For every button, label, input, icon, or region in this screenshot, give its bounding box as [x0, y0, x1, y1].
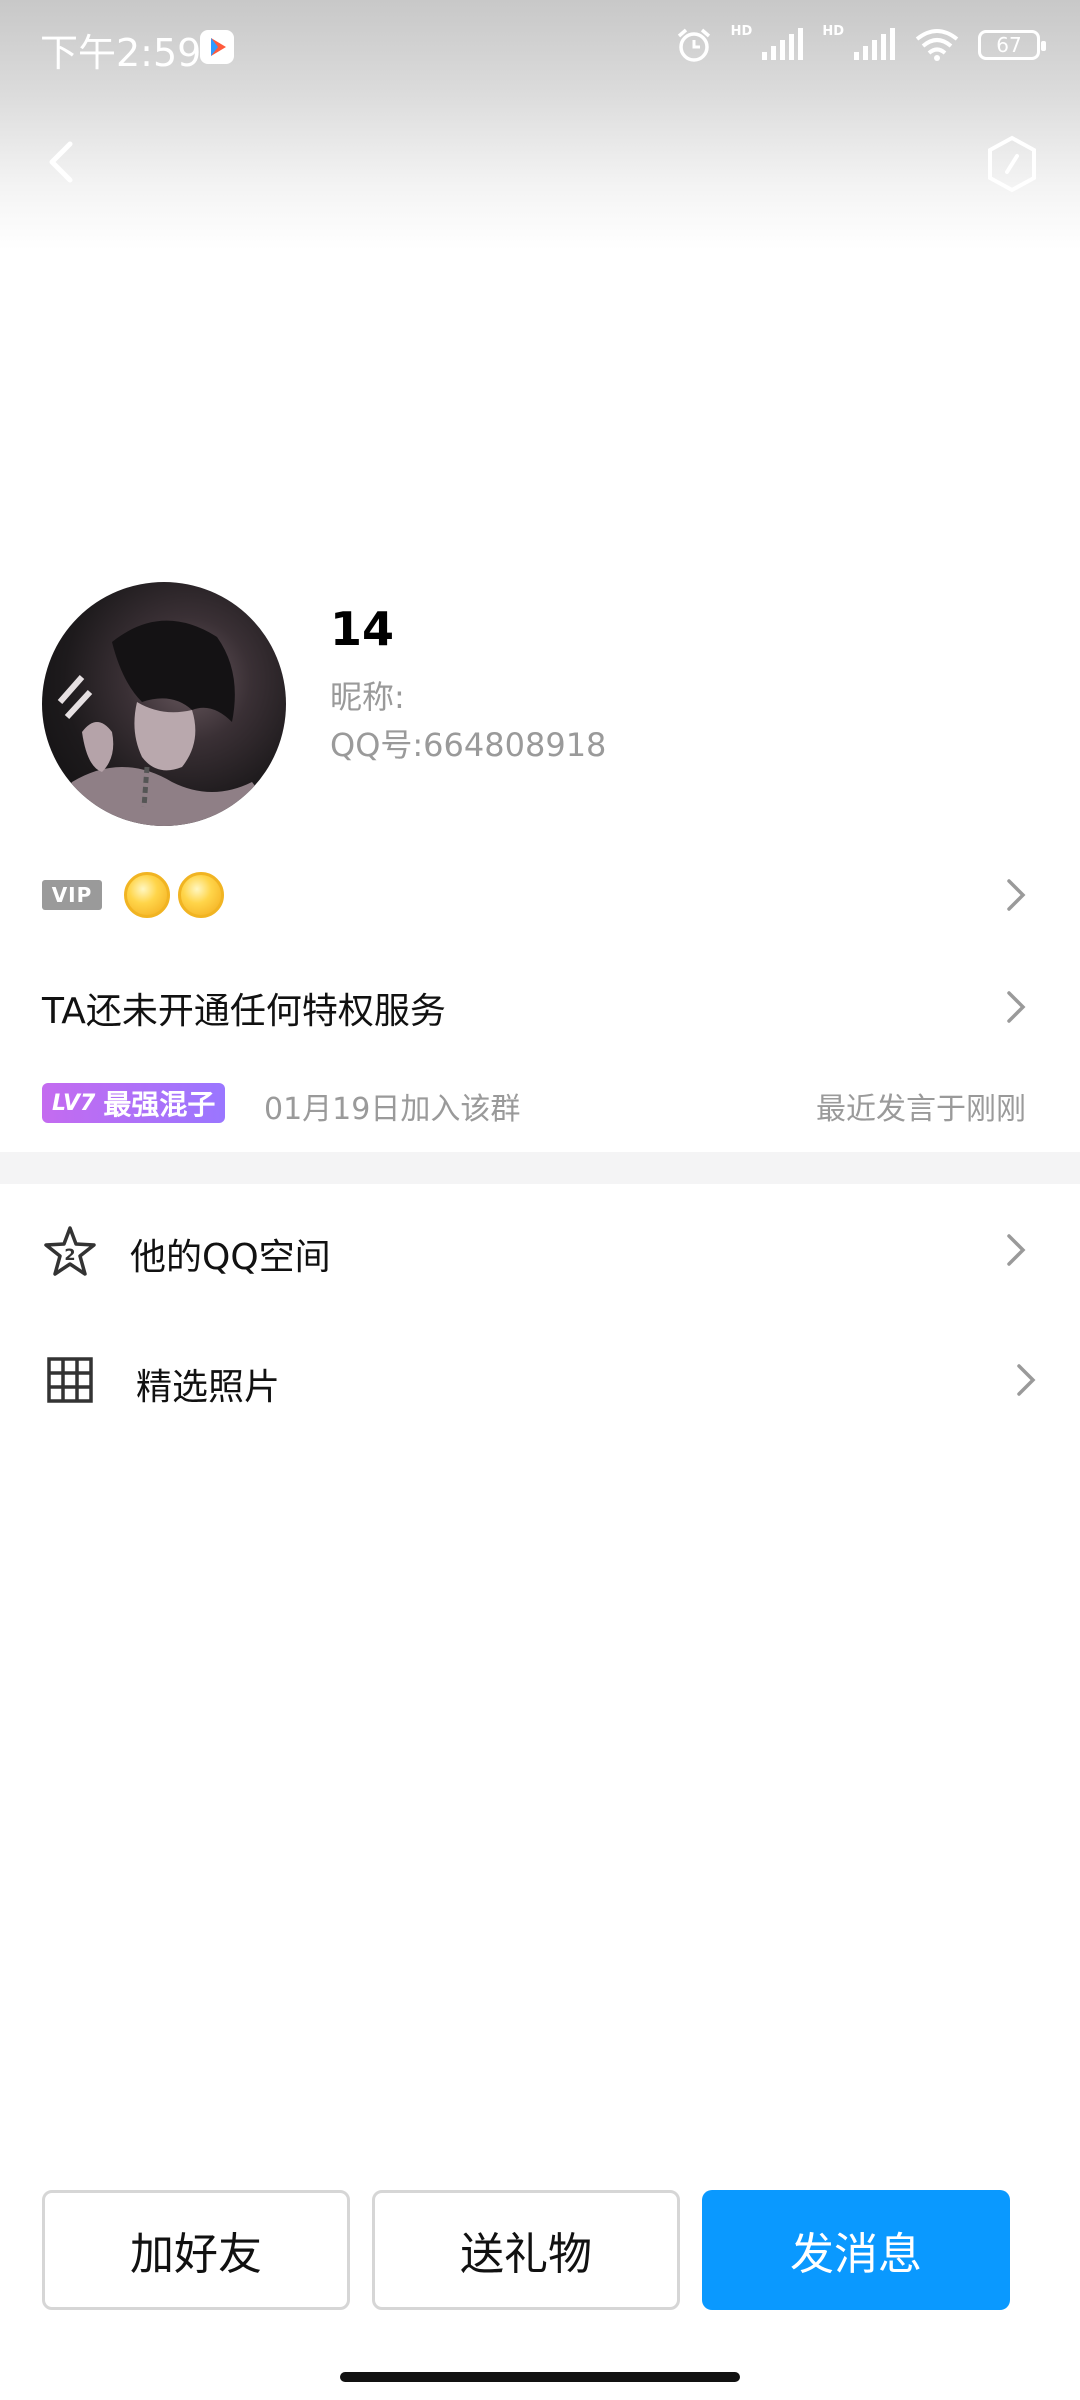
grid-icon — [47, 1357, 93, 1403]
signal-icon — [854, 28, 895, 60]
chevron-right-icon — [1007, 1234, 1026, 1266]
chevron-right-icon — [1007, 879, 1026, 911]
add-friend-button[interactable]: 加好友 — [42, 2190, 350, 2310]
home-indicator[interactable] — [340, 2372, 740, 2382]
signal-icon — [762, 28, 804, 60]
star-icon: 2 — [44, 1226, 96, 1276]
wifi-icon — [915, 29, 959, 61]
section-divider — [0, 1152, 1080, 1184]
vip-badge: VIP — [42, 880, 102, 910]
group-title: 最强混子 — [103, 1088, 216, 1121]
qq-number-row: QQ号:664808918 — [330, 720, 606, 766]
join-date: 01月19日加入该群 — [264, 1092, 521, 1127]
alarm-icon — [677, 28, 710, 62]
hd-label: HD — [730, 23, 753, 39]
back-button[interactable] — [38, 132, 88, 192]
photos-row[interactable]: 精选照片 — [0, 1320, 1080, 1440]
profile-name: 14 — [330, 602, 395, 656]
more-options-button[interactable] — [984, 134, 1040, 194]
privilege-text: TA还未开通任何特权服务 — [42, 991, 446, 1032]
qzone-row[interactable]: 2 他的QQ空间 — [0, 1190, 1080, 1310]
qq-label: QQ号: — [330, 726, 424, 764]
svg-text:2: 2 — [64, 1245, 75, 1264]
qzone-label: 他的QQ空间 — [130, 1237, 331, 1278]
sun-icon — [178, 872, 224, 918]
hexagon-icon — [988, 135, 1036, 193]
status-time: 下午2:59 — [40, 31, 202, 75]
send-gift-button[interactable]: 送礼物 — [372, 2190, 680, 2310]
last-spoke: 最近发言于刚刚 — [816, 1092, 1026, 1127]
app-notification-icon — [200, 30, 234, 64]
level-badge: LV7 最强混子 — [42, 1083, 226, 1123]
chevron-right-icon — [1007, 991, 1026, 1023]
hd-label: HD — [822, 23, 844, 39]
chevron-right-icon — [1017, 1364, 1036, 1396]
battery-icon: 67 — [978, 30, 1046, 60]
chevron-left-icon — [49, 141, 73, 183]
battery-level: 67 — [996, 33, 1022, 57]
sun-icon — [124, 872, 170, 918]
avatar[interactable] — [42, 582, 286, 826]
nickname-label: 昵称: — [330, 678, 405, 716]
send-message-button[interactable]: 发消息 — [702, 2190, 1010, 2310]
qq-number: 664808918 — [423, 726, 607, 764]
photos-label: 精选照片 — [136, 1367, 281, 1408]
level-label: LV7 — [52, 1090, 96, 1116]
status-icons: HD HD 67 — [675, 23, 1046, 64]
